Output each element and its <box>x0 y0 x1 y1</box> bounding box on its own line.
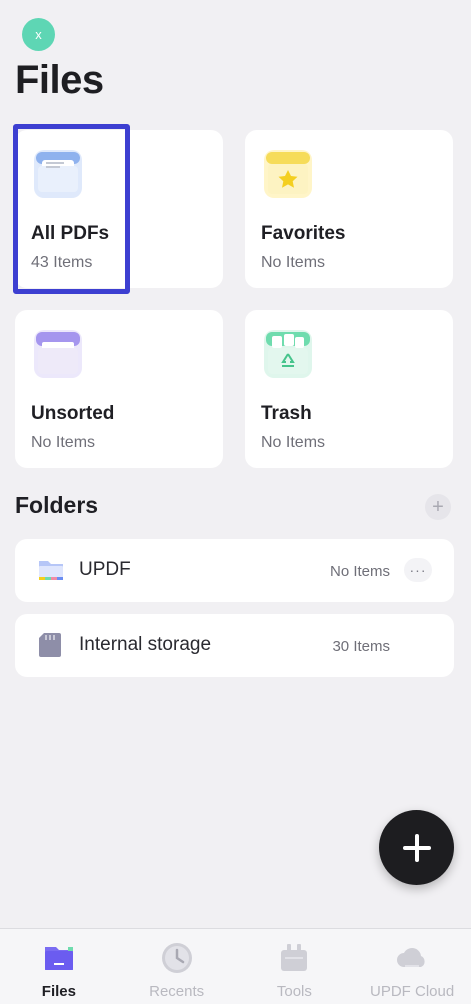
star-folder-icon <box>262 148 314 200</box>
card-title: Trash <box>261 403 312 424</box>
more-options-button[interactable]: ··· <box>404 558 432 582</box>
folder-name: UPDF <box>79 559 131 580</box>
folder-row-internal-storage[interactable]: Internal storage 30 Items <box>15 614 454 677</box>
plus-icon <box>402 833 431 862</box>
pdf-stack-icon <box>32 148 84 200</box>
page-title: Files <box>15 58 104 102</box>
nav-label: UPDF Cloud <box>370 983 455 1000</box>
toolbox-icon <box>277 941 311 975</box>
card-unsorted[interactable]: Unsorted No Items <box>15 310 223 468</box>
card-count: No Items <box>261 434 326 451</box>
add-button[interactable] <box>379 810 454 885</box>
bottom-nav: Files Recents Tools UPDF Cloud <box>0 928 471 1004</box>
inbox-tray-icon <box>32 328 84 380</box>
card-trash[interactable]: Trash No Items <box>245 310 453 468</box>
card-title: Favorites <box>261 223 346 244</box>
recycle-bin-icon <box>262 328 314 380</box>
nav-label: Files <box>41 983 76 1000</box>
add-folder-label: + <box>432 496 444 518</box>
card-all-pdfs[interactable]: All PDFs 43 Items <box>15 130 223 288</box>
nav-label: Recents <box>149 983 205 1000</box>
close-button[interactable]: x <box>22 18 55 51</box>
nav-item-recents[interactable]: Recents <box>118 929 236 1004</box>
nav-item-files[interactable]: Files <box>0 929 118 1004</box>
sd-card-icon <box>37 632 65 658</box>
card-favorites[interactable]: Favorites No Items <box>245 130 453 288</box>
folder-icon <box>37 557 65 583</box>
folder-count: 30 Items <box>332 638 390 655</box>
folder-row-updf[interactable]: UPDF No Items ··· <box>15 539 454 602</box>
files-icon <box>42 941 76 975</box>
card-count: No Items <box>261 254 326 271</box>
card-title: Unsorted <box>31 403 115 424</box>
close-label: x <box>35 27 42 42</box>
clock-icon <box>160 941 194 975</box>
folder-name: Internal storage <box>79 634 212 655</box>
folder-count: No Items <box>329 563 390 580</box>
card-title: All PDFs <box>31 223 110 244</box>
add-folder-button[interactable]: + <box>425 494 451 520</box>
folders-heading: Folders <box>15 492 99 518</box>
card-count: 43 Items <box>31 254 93 271</box>
cloud-icon <box>395 941 429 975</box>
nav-item-tools[interactable]: Tools <box>236 929 354 1004</box>
nav-item-updf-cloud[interactable]: UPDF Cloud <box>353 929 471 1004</box>
card-count: No Items <box>31 434 96 451</box>
nav-label: Tools <box>276 983 312 1000</box>
more-label: ··· <box>409 562 427 578</box>
